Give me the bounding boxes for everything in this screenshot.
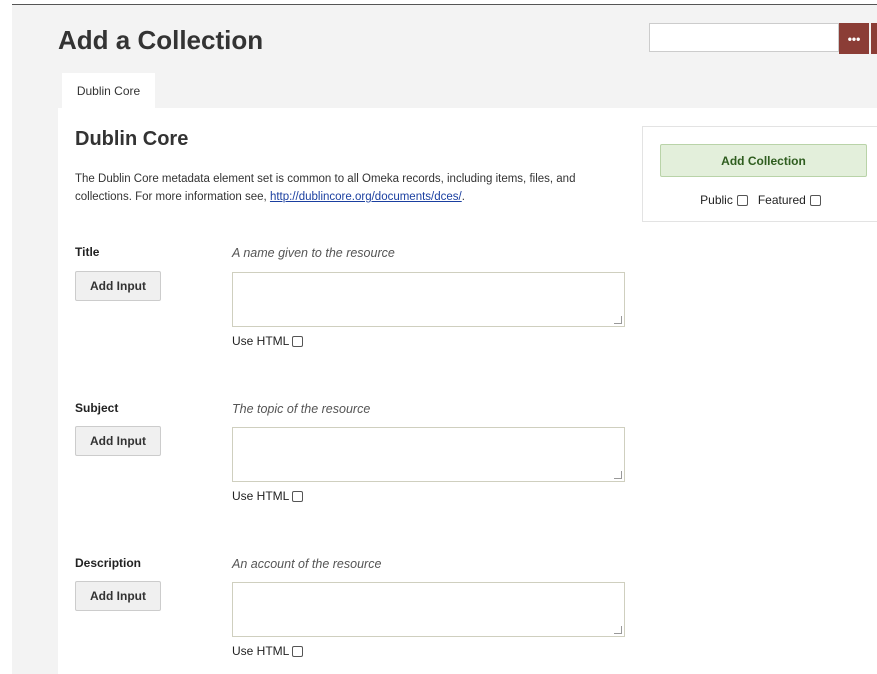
search-options-button[interactable]: ••• (839, 23, 869, 54)
add-input-button-subject[interactable]: Add Input (75, 426, 161, 456)
use-html-description[interactable]: Use HTML (232, 644, 304, 658)
visibility-flags: Public Featured (643, 193, 877, 207)
use-html-subject[interactable]: Use HTML (232, 489, 304, 503)
field-label-subject: Subject (75, 401, 119, 415)
use-html-label: Use HTML (232, 489, 290, 503)
public-toggle[interactable]: Public (700, 193, 748, 207)
featured-toggle[interactable]: Featured (758, 193, 821, 207)
search-submit-edge[interactable] (871, 23, 877, 54)
dces-link[interactable]: http://dublincore.org/documents/dces/ (270, 191, 462, 203)
tab-label: Dublin Core (76, 84, 141, 98)
use-html-checkbox-subject[interactable] (292, 490, 304, 502)
section-title: Dublin Core (75, 128, 189, 150)
title-textarea[interactable] (232, 272, 625, 327)
field-label-description: Description (75, 556, 142, 570)
page-title: Add a Collection (58, 25, 264, 55)
use-html-label: Use HTML (232, 334, 290, 348)
resize-grip-icon[interactable] (614, 626, 622, 634)
featured-label: Featured (757, 193, 806, 207)
search-input[interactable] (649, 23, 839, 52)
add-input-button-description[interactable]: Add Input (75, 581, 161, 611)
search-bar: ••• (649, 23, 877, 54)
app-frame: Add a Collection ••• Dublin Core Dublin … (12, 4, 877, 674)
use-html-checkbox-title[interactable] (292, 335, 304, 347)
ellipsis-icon: ••• (847, 31, 861, 46)
use-html-checkbox-description[interactable] (292, 645, 304, 657)
field-label-title: Title (75, 245, 100, 259)
resize-grip-icon[interactable] (614, 316, 622, 324)
resize-grip-icon[interactable] (614, 471, 622, 479)
featured-checkbox[interactable] (809, 194, 821, 206)
description-textarea[interactable] (232, 582, 625, 637)
use-html-label: Use HTML (232, 644, 290, 658)
add-input-button-title[interactable]: Add Input (75, 271, 161, 301)
field-hint-subject: The topic of the resource (232, 402, 371, 416)
add-collection-button[interactable]: Add Collection (660, 144, 867, 177)
use-html-title[interactable]: Use HTML (232, 334, 304, 348)
description-end: . (461, 191, 465, 203)
save-panel: Add Collection Public Featured (642, 126, 877, 222)
subject-textarea[interactable] (232, 427, 625, 482)
field-hint-description: An account of the resource (232, 557, 382, 571)
public-checkbox[interactable] (736, 194, 748, 206)
public-label: Public (700, 193, 733, 207)
field-hint-title: A name given to the resource (232, 246, 395, 260)
tab-dublin-core[interactable]: Dublin Core (62, 73, 155, 109)
section-description: The Dublin Core metadata element set is … (75, 170, 615, 206)
